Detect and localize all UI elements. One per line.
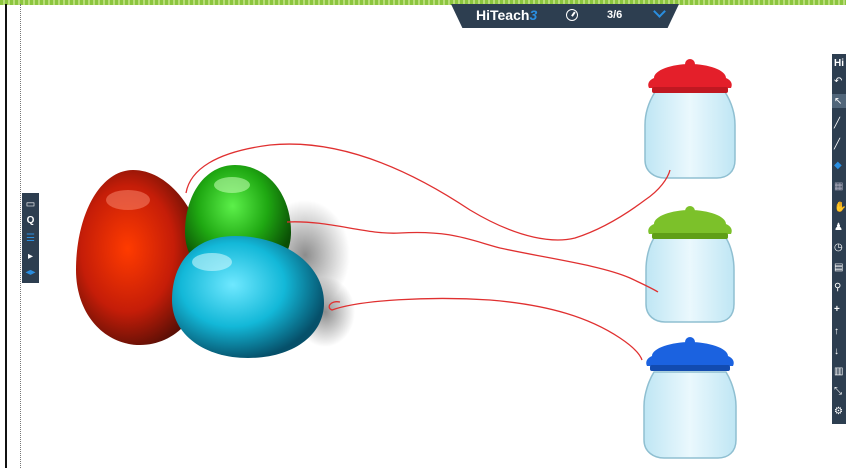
ink-line-blue-to-blue-jar — [328, 297, 643, 361]
green-lid-jar[interactable] — [645, 206, 735, 323]
red-lid-jar[interactable] — [644, 59, 736, 179]
whiteboard-canvas[interactable] — [0, 0, 846, 468]
blue-lid-jar[interactable] — [643, 337, 737, 459]
